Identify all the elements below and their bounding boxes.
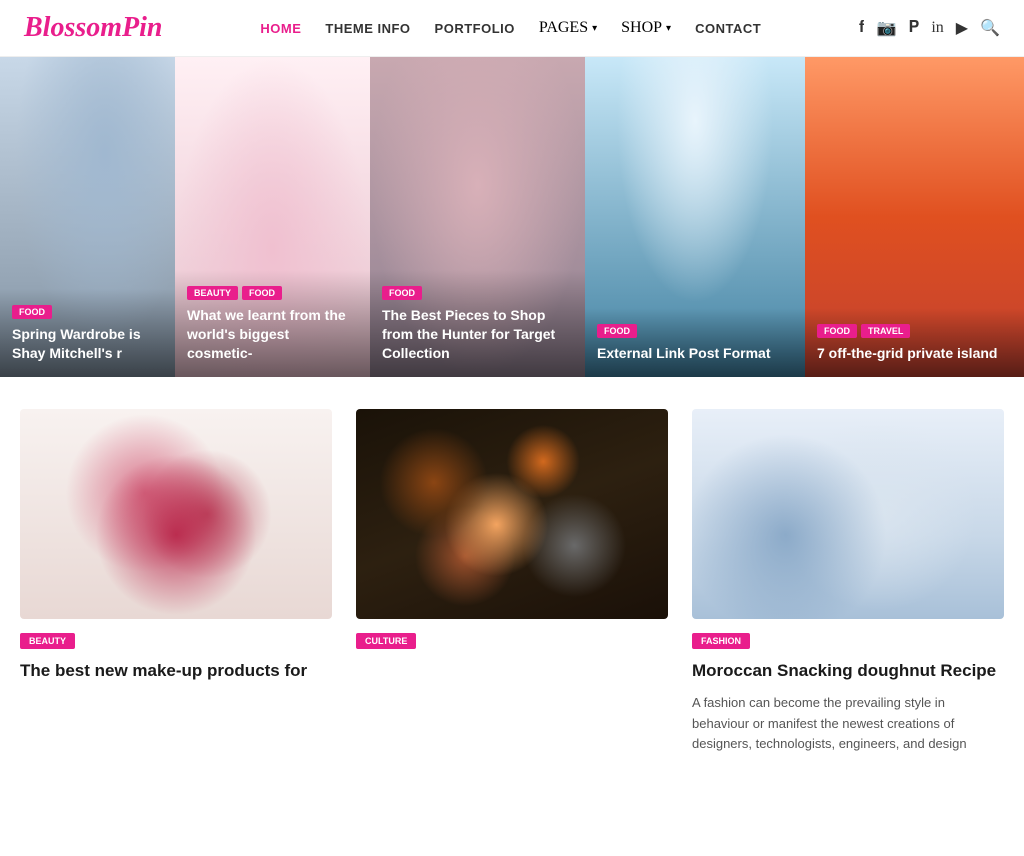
social-icons: 𝐟 📷 𝐏 in ▶ 🔍 xyxy=(859,18,1000,38)
slide-4-tags: FOOD xyxy=(597,324,793,338)
card-culture-tag[interactable]: CULTURE xyxy=(356,633,416,649)
main-nav: HOME THEME INFO PORTFOLIO PAGES SHOP CON… xyxy=(260,19,761,37)
card-fashion-image xyxy=(692,409,1004,619)
nav-theme-info[interactable]: THEME INFO xyxy=(325,21,410,36)
card-fashion-title: Moroccan Snacking doughnut Recipe xyxy=(692,659,1004,683)
slide-3-overlay: FOOD The Best Pieces to Shop from the Hu… xyxy=(370,270,585,377)
main-content: BEAUTY The best new make-up products for… xyxy=(0,409,1024,755)
slide-3-tags: FOOD xyxy=(382,286,573,300)
card-fashion-excerpt: A fashion can become the prevailing styl… xyxy=(692,693,1004,755)
card-beauty-image xyxy=(20,409,332,619)
hero-slider: FOOD Spring Wardrobe is Shay Mitchell's … xyxy=(0,57,1024,377)
nav-portfolio[interactable]: PORTFOLIO xyxy=(435,21,515,36)
card-culture-image xyxy=(356,409,668,619)
nav-shop[interactable]: SHOP xyxy=(621,19,671,37)
slide-5-tags: FOOD TRAVEL xyxy=(817,324,1013,338)
instagram-icon[interactable]: 📷 xyxy=(877,18,897,38)
slide-4[interactable]: FOOD External Link Post Format xyxy=(585,57,805,377)
nav-pages[interactable]: PAGES xyxy=(539,19,597,37)
slide-5[interactable]: FOOD TRAVEL 7 off-the-grid private islan… xyxy=(805,57,1024,377)
slide-3[interactable]: FOOD The Best Pieces to Shop from the Hu… xyxy=(370,57,585,377)
tag-food-5: FOOD xyxy=(817,324,857,338)
slide-1[interactable]: FOOD Spring Wardrobe is Shay Mitchell's … xyxy=(0,57,175,377)
cards-grid: BEAUTY The best new make-up products for… xyxy=(20,409,1004,755)
slide-4-overlay: FOOD External Link Post Format xyxy=(585,308,805,377)
tag-food-3: FOOD xyxy=(382,286,422,300)
slide-2-title: What we learnt from the world's biggest … xyxy=(187,306,358,363)
card-beauty[interactable]: BEAUTY The best new make-up products for xyxy=(20,409,332,755)
card-fashion-tag[interactable]: FASHION xyxy=(692,633,750,649)
linkedin-icon[interactable]: in xyxy=(931,19,943,37)
card-culture[interactable]: CULTURE xyxy=(356,409,668,755)
slide-1-title: Spring Wardrobe is Shay Mitchell's r xyxy=(12,325,163,363)
card-fashion[interactable]: FASHION Moroccan Snacking doughnut Recip… xyxy=(692,409,1004,755)
slide-2-tags: BEAUTY FOOD xyxy=(187,286,358,300)
site-logo[interactable]: BlossomPin xyxy=(24,12,163,44)
tag-food-4: FOOD xyxy=(597,324,637,338)
tag-food: FOOD xyxy=(12,305,52,319)
card-beauty-title: The best new make-up products for xyxy=(20,659,332,683)
nav-home[interactable]: HOME xyxy=(260,21,301,36)
facebook-icon[interactable]: 𝐟 xyxy=(859,19,865,37)
slide-2[interactable]: BEAUTY FOOD What we learnt from the worl… xyxy=(175,57,370,377)
slide-1-overlay: FOOD Spring Wardrobe is Shay Mitchell's … xyxy=(0,289,175,377)
pinterest-icon[interactable]: 𝐏 xyxy=(908,19,919,37)
card-beauty-tag[interactable]: BEAUTY xyxy=(20,633,75,649)
slide-1-tags: FOOD xyxy=(12,305,163,319)
slide-3-title: The Best Pieces to Shop from the Hunter … xyxy=(382,306,573,363)
site-header: BlossomPin HOME THEME INFO PORTFOLIO PAG… xyxy=(0,0,1024,57)
slide-4-title: External Link Post Format xyxy=(597,344,793,363)
tag-food-2: FOOD xyxy=(242,286,282,300)
slide-5-overlay: FOOD TRAVEL 7 off-the-grid private islan… xyxy=(805,308,1024,377)
slide-5-title: 7 off-the-grid private island xyxy=(817,344,1013,363)
tag-beauty: BEAUTY xyxy=(187,286,238,300)
search-icon[interactable]: 🔍 xyxy=(980,18,1000,38)
slide-2-overlay: BEAUTY FOOD What we learnt from the worl… xyxy=(175,270,370,377)
youtube-icon[interactable]: ▶ xyxy=(956,18,968,38)
logo-black: Blossom xyxy=(24,12,122,43)
tag-travel: TRAVEL xyxy=(861,324,910,338)
nav-contact[interactable]: CONTACT xyxy=(695,21,761,36)
logo-pink: Pin xyxy=(122,12,162,43)
